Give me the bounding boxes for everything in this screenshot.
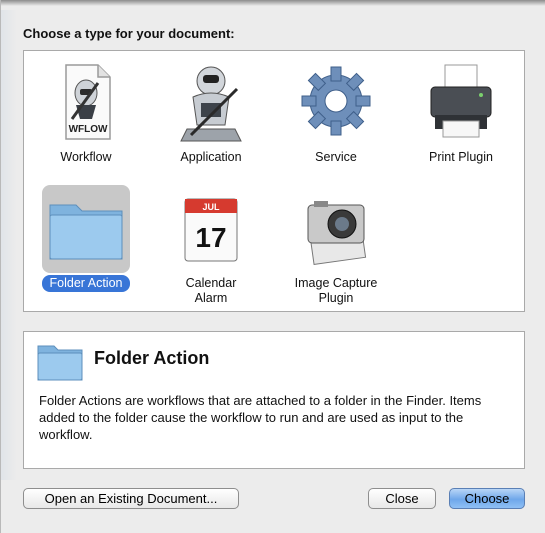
- type-print-plugin[interactable]: Print Plugin: [411, 59, 511, 166]
- type-description-panel: Folder Action Folder Actions are workflo…: [23, 331, 525, 469]
- type-label: Application: [180, 150, 242, 164]
- open-existing-document-button[interactable]: Open an Existing Document...: [23, 488, 239, 509]
- type-label: Print Plugin: [429, 150, 493, 164]
- type-label: Folder Action: [41, 275, 131, 292]
- type-image-capture-plugin[interactable]: Image Capture Plugin: [286, 185, 386, 307]
- camera-icon: [292, 185, 380, 273]
- type-label: Calendar Alarm: [185, 276, 237, 305]
- gear-icon: [292, 59, 380, 147]
- dialog-prompt: Choose a type for your document:: [23, 26, 235, 41]
- blue-folder-icon: [42, 185, 130, 273]
- printer-icon: [417, 59, 505, 147]
- type-calendar-alarm[interactable]: JUL 17 Calendar Alarm: [161, 185, 261, 307]
- calendar-month: JUL: [202, 202, 220, 212]
- document-type-grid: WFLOW Workflow Application Service Print…: [23, 50, 525, 312]
- type-service[interactable]: Service: [286, 59, 386, 166]
- type-label: Workflow: [60, 150, 112, 164]
- document-type-dialog: Choose a type for your document: WFLOW W…: [0, 0, 545, 533]
- type-label: Image Capture Plugin: [294, 276, 378, 305]
- type-workflow[interactable]: WFLOW Workflow: [36, 59, 136, 166]
- selected-type-title: Folder Action: [94, 348, 210, 368]
- workflow-document-icon: WFLOW: [42, 59, 130, 147]
- close-button[interactable]: Close: [368, 488, 436, 509]
- workflow-doc-tag: WFLOW: [69, 124, 108, 135]
- blue-folder-icon: [37, 345, 83, 381]
- type-application[interactable]: Application: [161, 59, 261, 166]
- calendar-icon: JUL 17: [167, 185, 255, 273]
- choose-button[interactable]: Choose: [449, 488, 525, 509]
- calendar-day: 17: [195, 222, 226, 253]
- window-top-shadow: [1, 0, 545, 6]
- background-window-edge: [1, 10, 17, 480]
- type-label: Service: [315, 150, 357, 164]
- selected-type-description: Folder Actions are workflows that are at…: [39, 393, 482, 442]
- type-folder-action[interactable]: Folder Action: [36, 185, 136, 292]
- automator-robot-icon: [167, 59, 255, 147]
